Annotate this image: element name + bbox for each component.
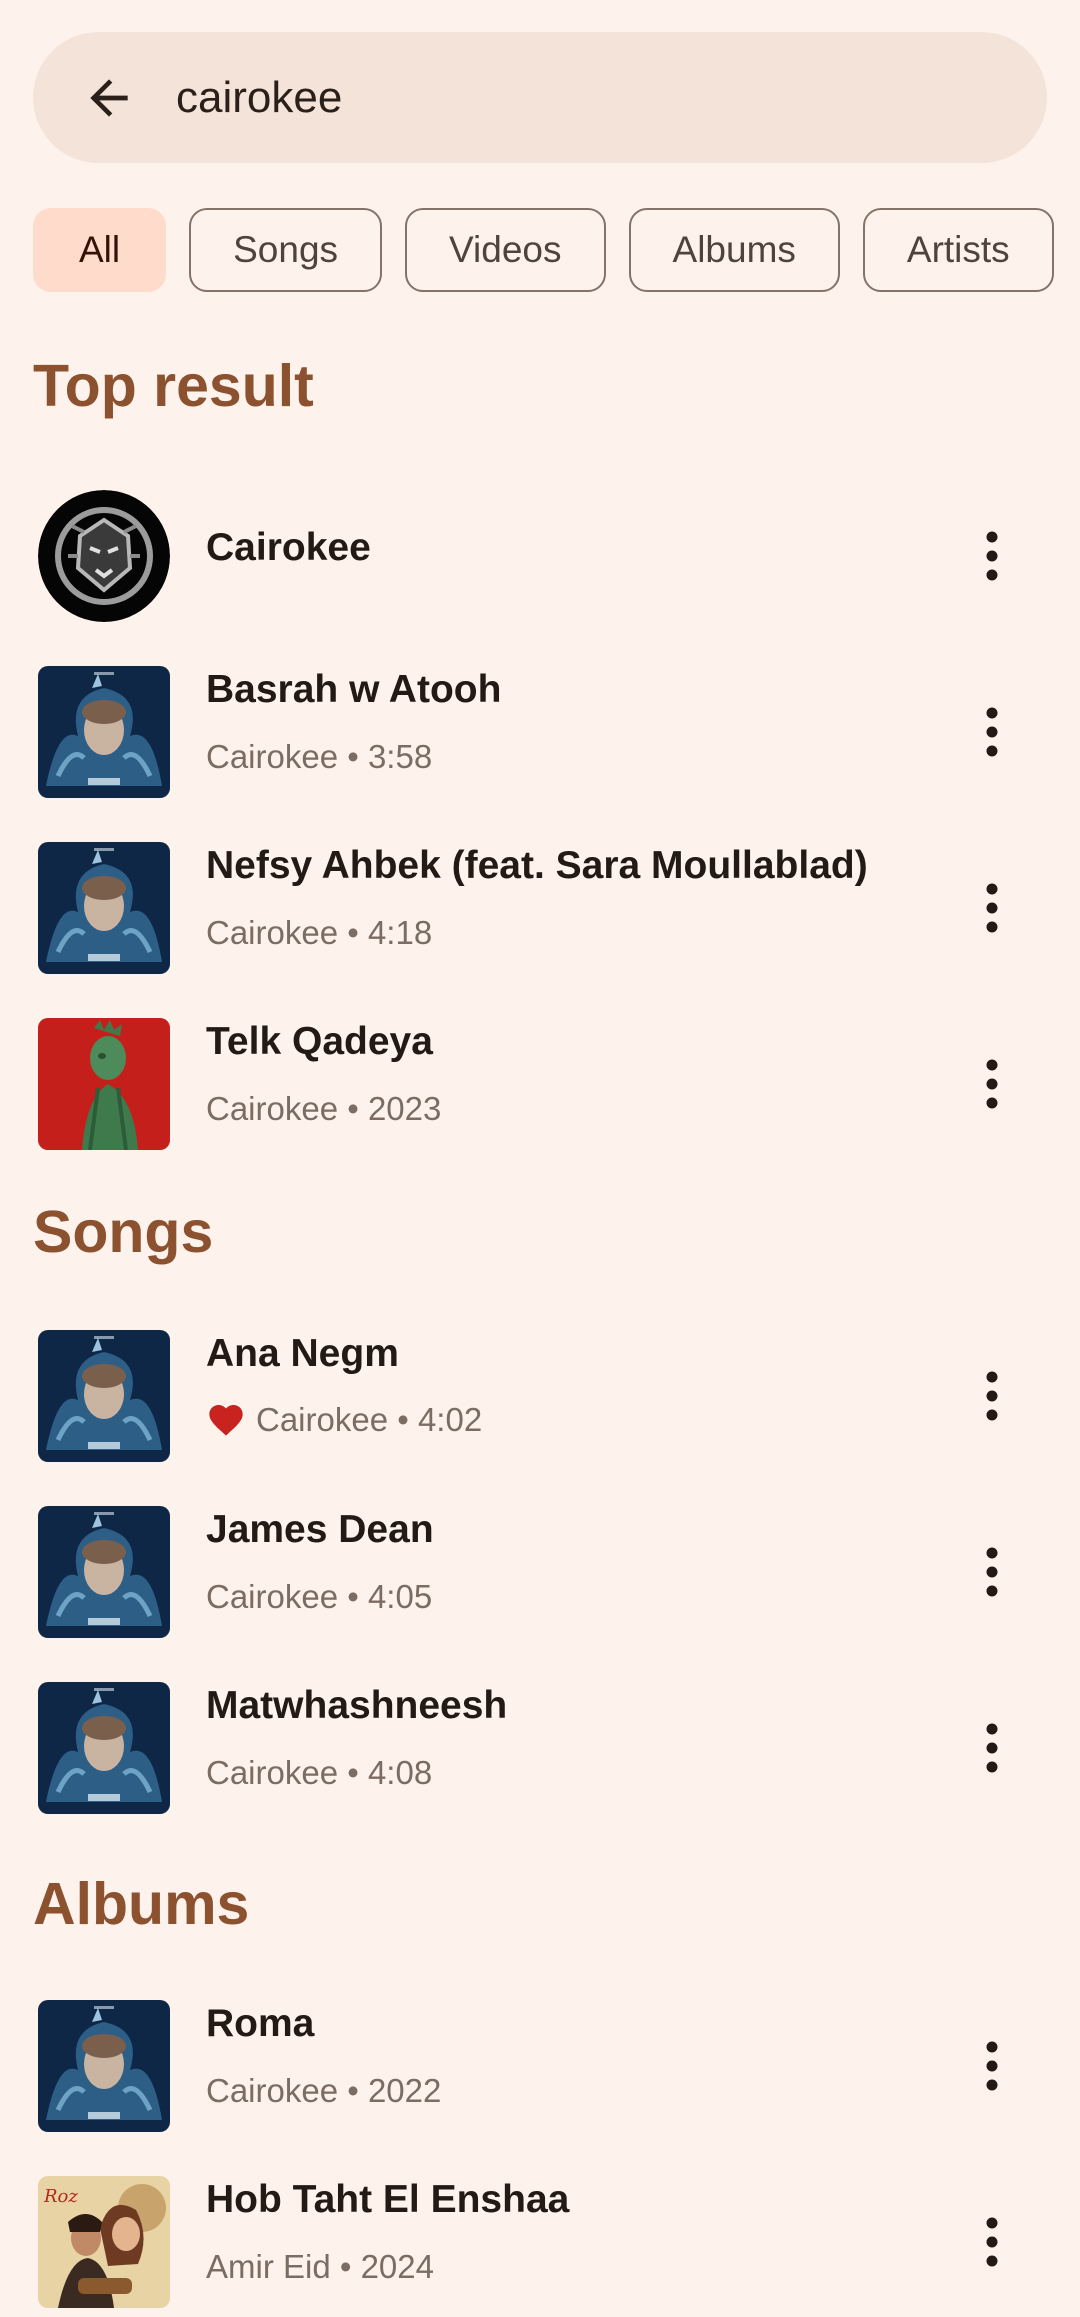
more-options-icon[interactable] [962,2026,1022,2106]
section-title-top-result: Top result [33,353,314,419]
row-title: Roma [206,2002,315,2045]
chip-all[interactable]: All [33,208,167,292]
row-title: Ana Negm [206,1332,399,1375]
row-subtitle: Cairokee • 3:58 [206,738,433,775]
top-result-row-artist[interactable]: Cairokee [0,466,1080,626]
more-options-icon[interactable] [962,868,1022,948]
album-art-thumbnail [38,2176,170,2308]
search-bar[interactable]: cairokee [33,32,1047,163]
row-title: Basrah w Atooh [206,668,502,711]
row-subtitle: Cairokee • 4:02 [256,1401,483,1438]
chip-albums[interactable]: Albums [628,208,840,292]
back-arrow-icon[interactable] [74,63,144,133]
more-options-icon[interactable] [962,1708,1022,1788]
album-row[interactable]: Roma Cairokee • 2022 [0,1976,1080,2136]
row-title: Hob Taht El Enshaa [206,2178,570,2221]
top-result-row-song[interactable]: Nefsy Ahbek (feat. Sara Moullablad) Cair… [0,818,1080,978]
filter-chips: All Songs Videos Albums Artists [33,208,1054,296]
section-title-songs: Songs [33,1199,214,1265]
top-result-row-album[interactable]: Telk Qadeya Cairokee • 2023 [0,994,1080,1154]
album-row[interactable]: Hob Taht El Enshaa Amir Eid • 2024 [0,2152,1080,2312]
song-row[interactable]: James Dean Cairokee • 4:05 [0,1482,1080,1642]
more-options-icon[interactable] [962,1356,1022,1436]
liked-heart-icon [206,1400,246,1440]
song-row[interactable]: Matwhashneesh Cairokee • 4:08 [0,1658,1080,1818]
chip-songs[interactable]: Songs [189,208,383,292]
album-art-thumbnail [38,1506,170,1638]
section-title-albums: Albums [33,1871,250,1937]
row-subtitle: Cairokee • 4:05 [206,1578,433,1615]
row-title: Matwhashneesh [206,1684,508,1727]
chip-artists[interactable]: Artists [862,208,1054,292]
more-options-icon[interactable] [962,516,1022,596]
row-title: Cairokee [206,526,371,569]
row-title: Telk Qadeya [206,1020,433,1063]
more-options-icon[interactable] [962,1532,1022,1612]
row-subtitle: Cairokee • 4:18 [206,914,433,951]
artist-logo-thumbnail [38,490,170,622]
row-subtitle: Cairokee • 2023 [206,1090,442,1127]
more-options-icon[interactable] [962,692,1022,772]
album-art-thumbnail [38,1682,170,1814]
album-art-thumbnail [38,1330,170,1462]
row-subtitle: Cairokee • 2022 [206,2072,442,2109]
chip-videos[interactable]: Videos [405,208,606,292]
top-result-row-song[interactable]: Basrah w Atooh Cairokee • 3:58 [0,642,1080,802]
album-art-thumbnail [38,666,170,798]
row-subtitle-container: Cairokee • 4:02 [206,1400,482,1440]
row-title: Nefsy Ahbek (feat. Sara Moullablad) [206,844,868,887]
more-options-icon[interactable] [962,1044,1022,1124]
row-title: James Dean [206,1508,434,1551]
row-subtitle: Cairokee • 4:08 [206,1754,433,1791]
album-art-thumbnail [38,842,170,974]
album-art-thumbnail [38,2000,170,2132]
more-options-icon[interactable] [962,2202,1022,2282]
search-query-input[interactable]: cairokee [176,73,342,123]
row-subtitle: Amir Eid • 2024 [206,2248,434,2285]
album-art-thumbnail [38,1018,170,1150]
song-row[interactable]: Ana Negm Cairokee • 4:02 [0,1306,1080,1466]
